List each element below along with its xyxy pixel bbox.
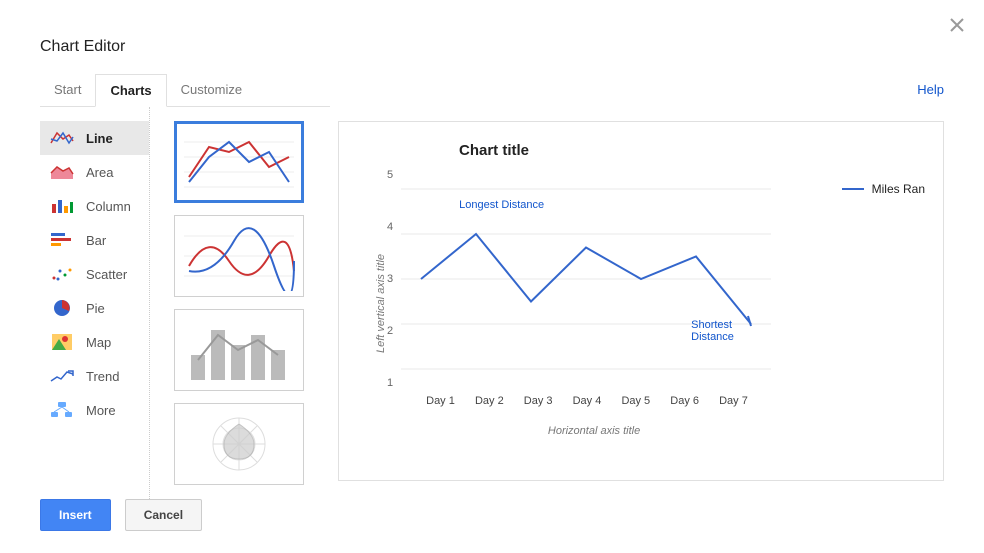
plot-area: Longest Distance Shortest Distance (401, 169, 771, 389)
tab-start[interactable]: Start (40, 74, 95, 106)
sidebar-item-pie[interactable]: Pie (40, 291, 149, 325)
legend-label: Miles Ran (872, 182, 925, 196)
x-ticks: Day 1 Day 2 Day 3 Day 4 Day 5 Day 6 Day … (387, 389, 757, 407)
tab-customize[interactable]: Customize (167, 74, 256, 106)
sidebar-item-label: Trend (86, 369, 119, 384)
legend: Miles Ran (842, 182, 925, 196)
sidebar-item-label: Column (86, 199, 131, 214)
sidebar-item-line[interactable]: Line (40, 121, 149, 155)
pie-chart-icon (50, 299, 74, 317)
sidebar-item-map[interactable]: Map (40, 325, 149, 359)
map-chart-icon (50, 333, 74, 351)
sidebar-item-label: Map (86, 335, 111, 350)
tabs: Start Charts Customize (40, 74, 330, 107)
sidebar-item-label: Area (86, 165, 113, 180)
sidebar-item-scatter[interactable]: Scatter (40, 257, 149, 291)
sidebar-item-bar[interactable]: Bar (40, 223, 149, 257)
chart-subtype-list (164, 107, 324, 499)
sidebar-item-label: More (86, 403, 116, 418)
y-axis-label: Left vertical axis title (369, 169, 387, 437)
header: Chart Editor (0, 0, 984, 74)
insert-button[interactable]: Insert (40, 499, 111, 531)
trend-chart-icon (50, 367, 74, 385)
column-chart-icon (50, 197, 74, 215)
area-chart-icon (50, 163, 74, 181)
tab-charts[interactable]: Charts (95, 74, 166, 107)
sidebar-item-more[interactable]: More (40, 393, 149, 427)
chart-title: Chart title (459, 142, 923, 159)
scatter-chart-icon (50, 265, 74, 283)
sidebar-item-trend[interactable]: Trend (40, 359, 149, 393)
cancel-button[interactable]: Cancel (125, 499, 202, 531)
help-link[interactable]: Help (917, 82, 944, 97)
subtype-radar[interactable] (174, 403, 304, 485)
more-chart-icon (50, 401, 74, 419)
subtype-combo[interactable] (174, 309, 304, 391)
sidebar-item-label: Scatter (86, 267, 127, 282)
annotation-shortest: Shortest Distance (691, 319, 771, 343)
chart-type-sidebar: Line Area Column Bar Scatter Pie Map Tr (40, 107, 150, 499)
sidebar-item-area[interactable]: Area (40, 155, 149, 189)
sidebar-item-label: Bar (86, 233, 106, 248)
legend-swatch (842, 188, 864, 190)
y-ticks: 5 4 3 2 1 (387, 169, 401, 389)
dialog-title: Chart Editor (40, 38, 944, 56)
annotation-longest: Longest Distance (459, 199, 544, 211)
sidebar-item-column[interactable]: Column (40, 189, 149, 223)
close-icon[interactable] (950, 18, 966, 34)
x-axis-label: Horizontal axis title (387, 425, 771, 437)
subtype-line-smooth[interactable] (174, 215, 304, 297)
sidebar-item-label: Line (86, 131, 113, 146)
dialog-footer: Insert Cancel (40, 499, 202, 531)
bar-chart-icon (50, 231, 74, 249)
chart-preview: Chart title Miles Ran Left vertical axis… (338, 121, 944, 481)
subtype-line-basic[interactable] (174, 121, 304, 203)
line-chart-icon (50, 129, 74, 147)
sidebar-item-label: Pie (86, 301, 105, 316)
